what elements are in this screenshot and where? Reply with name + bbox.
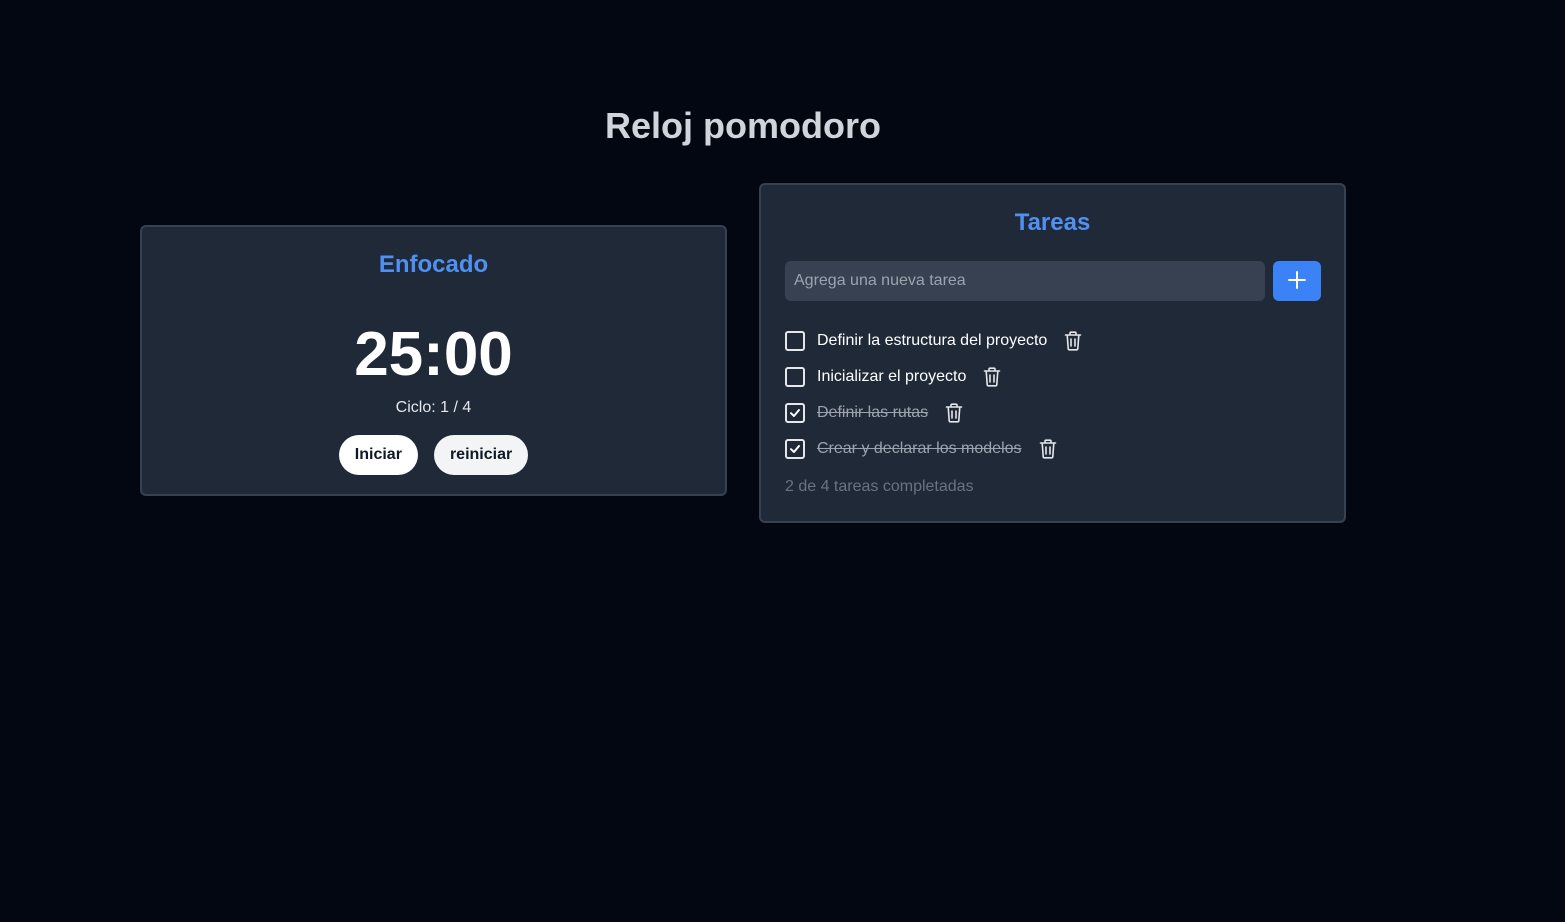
- task-label: Definir las rutas: [817, 404, 929, 421]
- task-checkbox[interactable]: [785, 367, 805, 387]
- task-label: Crear y declarar los modelos: [817, 440, 1022, 457]
- tasks-heading: Tareas: [1014, 209, 1091, 236]
- cycle-total: 4: [462, 399, 472, 416]
- task-item: Definir la estructura del proyecto: [785, 323, 1083, 359]
- delete-task-button[interactable]: [982, 366, 1002, 388]
- trash-icon: [1039, 439, 1056, 459]
- start-button[interactable]: Iniciar: [338, 435, 418, 475]
- delete-task-button[interactable]: [1038, 438, 1058, 460]
- page: Reloj pomodoro Enfocado 25:00 Ciclo: 1 /…: [0, 0, 1565, 922]
- cycle-current: 1: [440, 399, 450, 416]
- delete-task-button[interactable]: [1063, 330, 1083, 352]
- tasks-summary: 2 de 4 tareas completadas: [785, 478, 974, 495]
- task-label: Definir la estructura del proyecto: [817, 332, 1048, 349]
- task-label: Inicializar el proyecto: [817, 368, 967, 385]
- task-item: Crear y declarar los modelos: [785, 431, 1083, 467]
- timer-controls: Iniciar reiniciar: [142, 435, 725, 475]
- timer-display: 25:00: [354, 320, 513, 389]
- cycle-indicator: Ciclo: 1 / 4: [142, 398, 725, 418]
- delete-task-button[interactable]: [944, 402, 964, 424]
- trash-icon: [984, 367, 1001, 387]
- add-task-button[interactable]: [1273, 261, 1321, 301]
- new-task-form: [785, 261, 1321, 301]
- task-checkbox[interactable]: [785, 439, 805, 459]
- task-checkbox[interactable]: [785, 403, 805, 423]
- task-item: Definir las rutas: [785, 395, 1083, 431]
- task-checkbox[interactable]: [785, 331, 805, 351]
- timer-card: Enfocado 25:00 Ciclo: 1 / 4 Iniciar rein…: [140, 225, 727, 496]
- check-icon: [790, 445, 800, 453]
- timer-mode-label: Enfocado: [378, 251, 489, 278]
- trash-icon: [1065, 331, 1082, 351]
- new-task-input[interactable]: [785, 261, 1265, 301]
- cycle-label: Ciclo:: [395, 399, 436, 416]
- check-icon: [790, 409, 800, 417]
- plus-icon: [1287, 270, 1307, 293]
- task-item: Inicializar el proyecto: [785, 359, 1083, 395]
- task-list: Definir la estructura del proyecto Inici…: [785, 323, 1083, 467]
- tasks-card: Tareas Definir la estructura del proyect…: [759, 183, 1346, 523]
- page-title: Reloj pomodoro: [605, 105, 881, 146]
- reset-button[interactable]: reiniciar: [433, 435, 529, 475]
- cycle-separator: /: [453, 399, 458, 416]
- trash-icon: [945, 403, 963, 423]
